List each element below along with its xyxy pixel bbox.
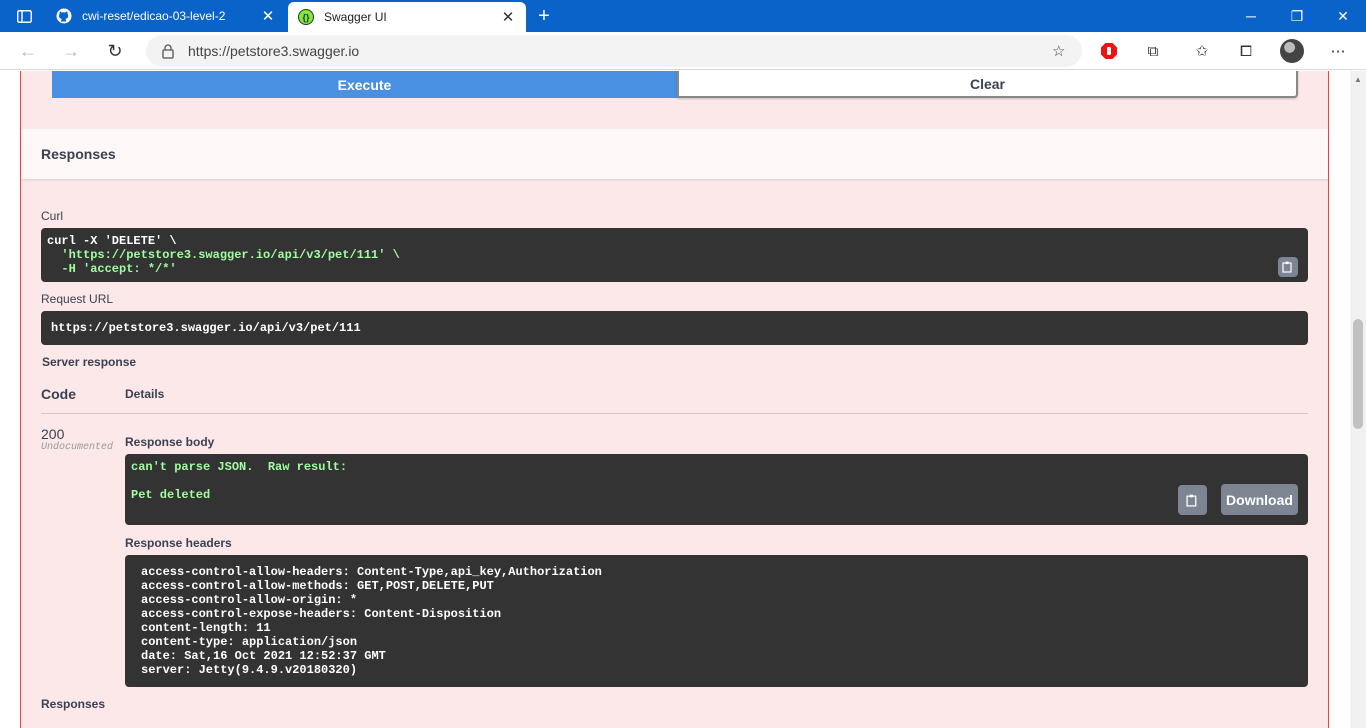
execute-wrapper: Execute Clear [52, 71, 1298, 98]
tab-title: Swagger UI [324, 10, 387, 24]
operation-block-delete: Execute Clear Responses Curl curl -X 'DE… [20, 71, 1329, 728]
lock-icon [162, 44, 174, 59]
add-favorite-icon[interactable]: ☆ [1052, 42, 1070, 60]
copy-response-button[interactable] [1178, 485, 1207, 515]
back-button[interactable]: ← [13, 36, 43, 66]
svg-text:{}: {} [302, 13, 310, 23]
clear-button[interactable]: Clear [677, 71, 1298, 98]
scroll-up-icon[interactable]: ▲ [1354, 75, 1362, 84]
page-viewport: Execute Clear Responses Curl curl -X 'DE… [0, 71, 1350, 728]
close-tab-icon[interactable]: ✕ [496, 5, 520, 29]
header-line: access-control-expose-headers: Content-D… [141, 607, 502, 621]
response-body-text: can't parse JSON. Raw result: [131, 460, 348, 474]
responses-title: Responses [41, 146, 116, 162]
response-body-block[interactable]: can't parse JSON. Raw result: Pet delete… [125, 454, 1308, 525]
adblock-icon[interactable] [1099, 41, 1119, 61]
response-body-label: Response body [125, 435, 215, 449]
copy-icon [1282, 261, 1292, 273]
header-line: date: Sat,16 Oct 2021 12:52:37 GMT [141, 649, 386, 663]
forward-button[interactable]: → [56, 36, 86, 66]
swagger-icon: {} [298, 9, 314, 25]
profile-avatar[interactable] [1280, 39, 1304, 63]
response-body-text: Pet deleted [131, 488, 211, 502]
copy-icon [1186, 494, 1197, 507]
curl-line: curl -X 'DELETE' \ [47, 234, 177, 248]
extensions-icon[interactable]: ⧉ [1143, 41, 1163, 61]
request-url: https://petstore3.swagger.io/api/v3/pet/… [51, 321, 361, 335]
curl-line: 'https://petstore3.swagger.io/api/v3/pet… [47, 248, 400, 262]
scrollbar-thumb[interactable] [1353, 319, 1363, 429]
collections-icon[interactable]: ⧠ [1236, 41, 1256, 61]
settings-more-icon[interactable]: ⋯ [1328, 41, 1348, 61]
request-url-label: Request URL [41, 292, 114, 306]
tab-github[interactable]: cwi-reset/edicao-03-level-2 ✕ [46, 0, 286, 32]
header-line: content-length: 11 [141, 621, 271, 635]
response-headers-label: Response headers [125, 536, 232, 550]
tab-title: cwi-reset/edicao-03-level-2 [82, 9, 226, 23]
header-line: access-control-allow-headers: Content-Ty… [141, 565, 602, 579]
github-icon [56, 8, 72, 24]
refresh-button[interactable]: ↻ [100, 36, 130, 66]
server-response-label: Server response [42, 355, 137, 369]
request-url-block[interactable]: https://petstore3.swagger.io/api/v3/pet/… [41, 311, 1308, 345]
responses-header: Responses [21, 129, 1328, 180]
tab-swagger[interactable]: {} Swagger UI ✕ [288, 2, 526, 32]
copy-curl-button[interactable] [1278, 257, 1298, 277]
address-url: https://petstore3.swagger.io [188, 43, 360, 59]
favorites-icon[interactable]: ✩ [1192, 41, 1212, 61]
header-line: access-control-allow-methods: GET,POST,D… [141, 579, 494, 593]
tab-bar: cwi-reset/edicao-03-level-2 ✕ {} Swagger… [0, 0, 1366, 32]
header-line: content-type: application/json [141, 635, 358, 649]
code-column-header: Code [41, 386, 76, 402]
address-bar[interactable]: https://petstore3.swagger.io ☆ [146, 35, 1082, 67]
curl-line: -H 'accept: */*' [47, 262, 177, 276]
response-code: 200 [41, 426, 65, 442]
download-button[interactable]: Download [1221, 484, 1298, 515]
response-headers-block[interactable]: access-control-allow-headers: Content-Ty… [125, 555, 1308, 687]
curl-code-block[interactable]: curl -X 'DELETE' \ 'https://petstore3.sw… [41, 228, 1308, 282]
execute-button[interactable]: Execute [52, 71, 677, 98]
header-line: access-control-allow-origin: * [141, 593, 358, 607]
responses-footer-label: Responses [41, 697, 106, 711]
tab-actions-button[interactable] [10, 6, 38, 26]
close-tab-icon[interactable]: ✕ [256, 4, 280, 28]
response-code-note: Undocumented [41, 442, 114, 453]
restore-button[interactable]: ❐ [1274, 0, 1320, 32]
curl-label: Curl [41, 209, 64, 223]
close-window-button[interactable]: ✕ [1320, 0, 1366, 32]
new-tab-button[interactable]: + [532, 4, 556, 28]
minimize-button[interactable]: ─ [1228, 0, 1274, 32]
header-line: server: Jetty(9.4.9.v20180320) [141, 663, 358, 677]
tab-actions-icon [16, 9, 32, 23]
table-divider [41, 413, 1308, 414]
page-scrollbar[interactable]: ▲ [1350, 71, 1366, 728]
browser-toolbar: ← → ↻ https://petstore3.swagger.io ☆ ⧉ ✩… [0, 32, 1366, 70]
details-column-header: Details [125, 387, 165, 401]
